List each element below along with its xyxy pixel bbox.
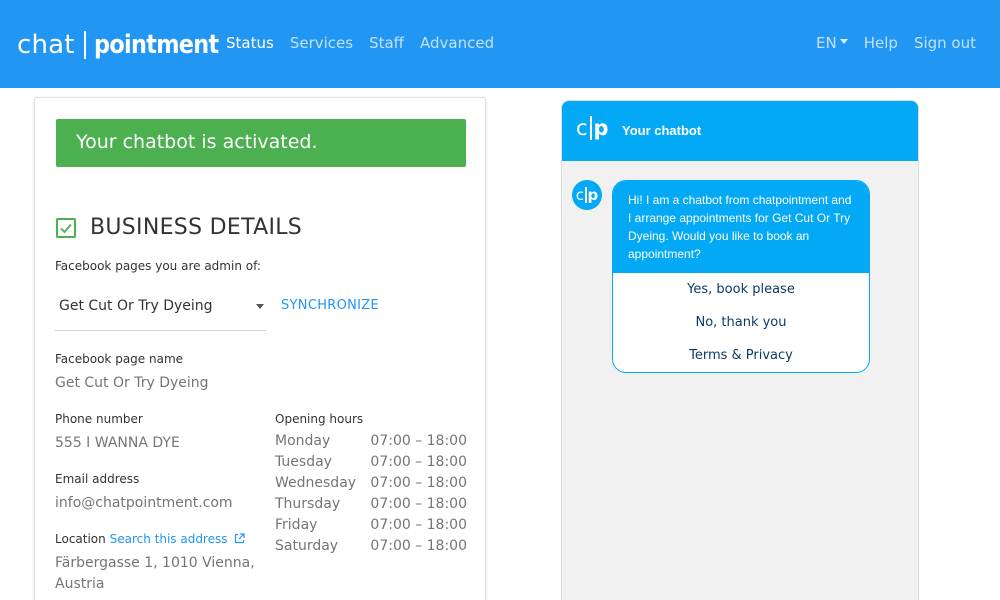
- main-nav: Status Services Staff Advanced: [226, 34, 510, 52]
- hours-day: Tuesday: [275, 454, 332, 470]
- caret-down-icon: [256, 304, 264, 309]
- hours-time: 07:00 – 18:00: [370, 475, 467, 491]
- checkbox-checked-icon: [56, 217, 76, 238]
- email-label: Email address: [55, 472, 140, 486]
- phone-label: Phone number: [55, 412, 143, 426]
- avatar-separator: [585, 187, 587, 203]
- hours-row: Tuesday 07:00 – 18:00: [275, 454, 467, 475]
- fb-name-label: Facebook page name: [55, 352, 184, 366]
- avatar-p: p: [587, 186, 599, 204]
- fb-page-selected: Get Cut Or Try Dyeing: [59, 298, 213, 314]
- chat-bubble: Hi! I am a chatbot from chatpointment an…: [612, 180, 870, 373]
- brand-logo[interactable]: chat pointment: [17, 27, 239, 63]
- terms-privacy-button[interactable]: Terms & Privacy: [613, 348, 869, 363]
- nav-status[interactable]: Status: [226, 34, 274, 52]
- search-address-link[interactable]: Search this address: [110, 532, 228, 546]
- brand-chat-text: chat: [17, 30, 75, 60]
- hours-day: Friday: [275, 517, 318, 533]
- hours-row: Thursday 07:00 – 18:00: [275, 496, 467, 517]
- avatar-c: c: [575, 186, 584, 204]
- chatpointment-logo-icon: c p: [576, 116, 609, 140]
- phone-value: 555 I WANNA DYE: [55, 435, 180, 451]
- reply-no-button[interactable]: No, thank you: [613, 315, 869, 330]
- section-title: BUSINESS DETAILS: [90, 215, 303, 240]
- brand-separator: [83, 31, 86, 59]
- business-details-heading: BUSINESS DETAILS: [56, 215, 302, 240]
- external-link-icon[interactable]: [234, 533, 245, 544]
- location-line-1: Färbergasse 1, 1010 Vienna,: [55, 555, 255, 571]
- email-value: info@chatpointment.com: [55, 495, 233, 511]
- brand-pointment-text: pointment: [93, 30, 219, 60]
- hours-time: 07:00 – 18:00: [370, 538, 467, 554]
- synchronize-button[interactable]: SYNCHRONIZE: [281, 298, 379, 313]
- hours-row: Friday 07:00 – 18:00: [275, 517, 467, 538]
- hours-day: Monday: [275, 433, 331, 449]
- location-label-row: Location Search this address: [55, 532, 245, 546]
- top-navbar: chat pointment Status Services Staff Adv…: [0, 0, 1000, 88]
- hours-time: 07:00 – 18:00: [370, 517, 467, 533]
- fb-pages-label: Facebook pages you are admin of:: [55, 259, 261, 273]
- bot-message: Hi! I am a chatbot from chatpointment an…: [613, 181, 869, 273]
- hours-row: Saturday 07:00 – 18:00: [275, 538, 467, 559]
- nav-advanced[interactable]: Advanced: [420, 34, 494, 52]
- chat-title: Your chatbot: [622, 123, 702, 138]
- language-dropdown[interactable]: EN: [816, 34, 848, 52]
- location-line-2: Austria: [55, 576, 105, 592]
- nav-services[interactable]: Services: [290, 34, 353, 52]
- nav-sign-out[interactable]: Sign out: [914, 34, 976, 52]
- hours-row: Monday 07:00 – 18:00: [275, 433, 467, 454]
- opening-hours-label: Opening hours: [275, 412, 364, 426]
- reply-yes-button[interactable]: Yes, book please: [613, 282, 869, 297]
- hours-time: 07:00 – 18:00: [370, 496, 467, 512]
- logo-p: p: [593, 116, 609, 140]
- hours-day: Thursday: [275, 496, 341, 512]
- language-label: EN: [816, 34, 837, 52]
- hours-row: Wednesday 07:00 – 18:00: [275, 475, 467, 496]
- hours-time: 07:00 – 18:00: [370, 433, 467, 449]
- opening-hours-list: Monday 07:00 – 18:00 Tuesday 07:00 – 18:00…: [275, 433, 467, 559]
- nav-help[interactable]: Help: [864, 34, 898, 52]
- location-label: Location: [55, 532, 106, 546]
- bot-avatar: c p: [572, 180, 602, 210]
- hours-day: Wednesday: [275, 475, 357, 491]
- hours-day: Saturday: [275, 538, 339, 554]
- logo-separator: [589, 116, 592, 140]
- nav-right: EN Help Sign out: [800, 34, 976, 52]
- activation-alert: Your chatbot is activated.: [56, 119, 466, 167]
- hours-time: 07:00 – 18:00: [370, 454, 467, 470]
- fb-name-value: Get Cut Or Try Dyeing: [55, 375, 209, 391]
- caret-down-icon: [839, 39, 848, 44]
- fb-page-select[interactable]: Get Cut Or Try Dyeing: [55, 293, 266, 331]
- logo-c: c: [576, 116, 588, 140]
- nav-staff[interactable]: Staff: [369, 34, 404, 52]
- business-card: Your chatbot is activated. BUSINESS DETA…: [34, 97, 486, 600]
- chatbot-preview: c p Your chatbot c p Hi! I am a chatbot …: [561, 100, 919, 600]
- chat-header: c p Your chatbot: [562, 101, 918, 161]
